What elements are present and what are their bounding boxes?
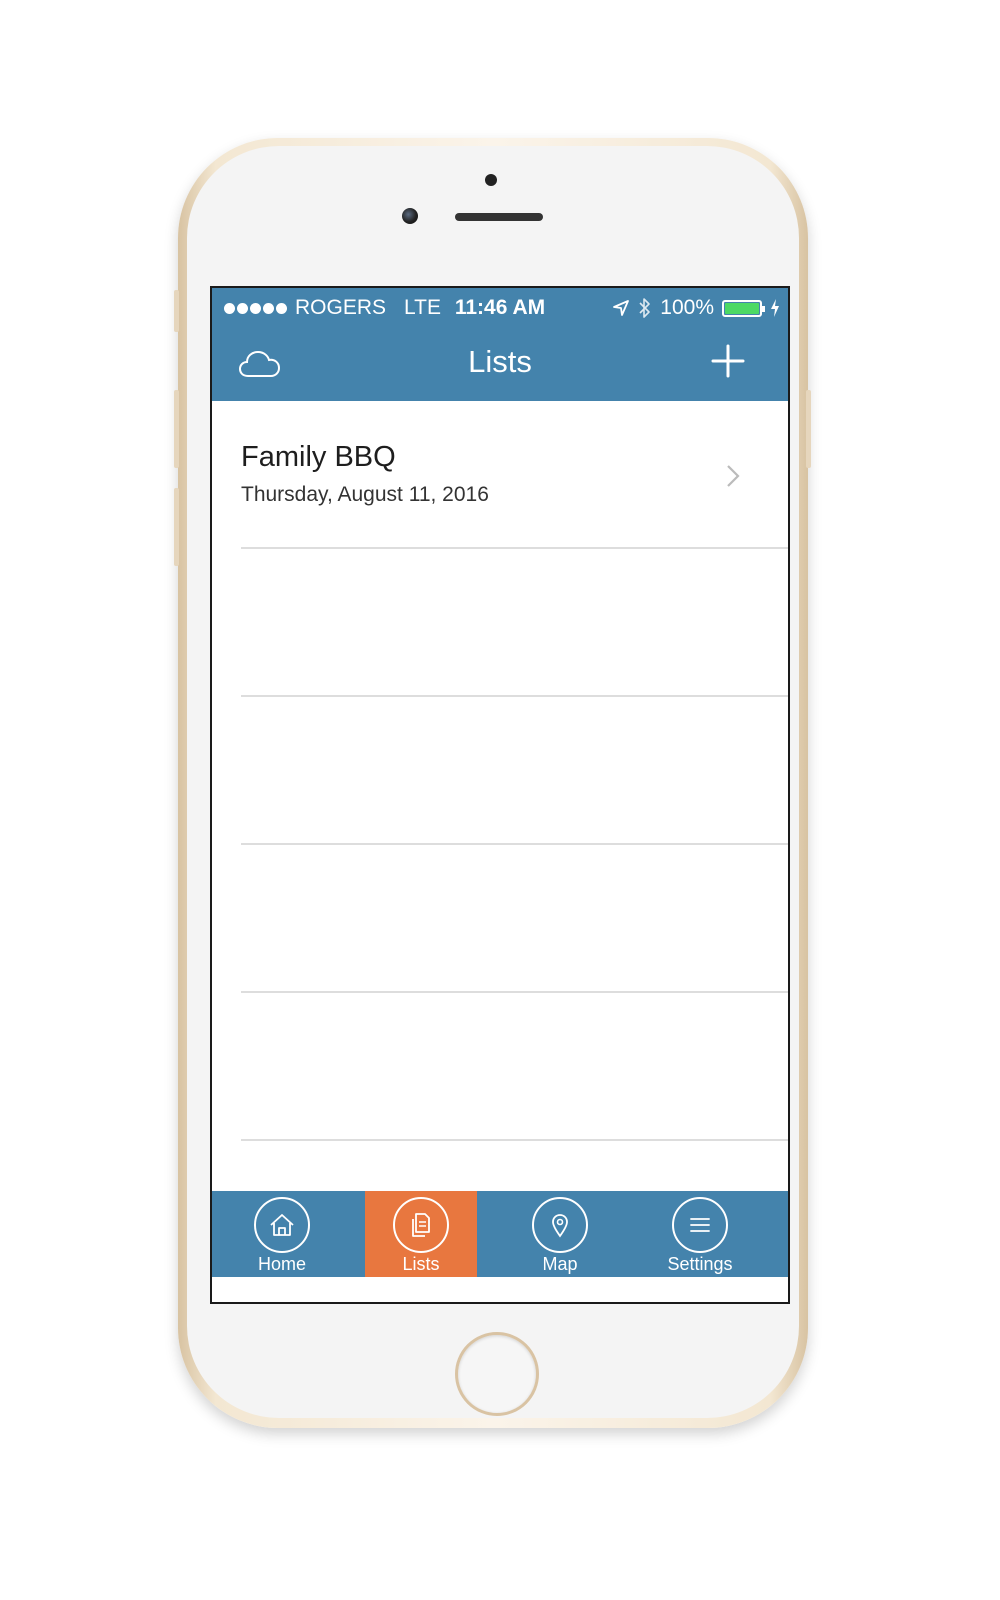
home-button[interactable] <box>455 1332 539 1416</box>
volume-up-button <box>174 390 179 468</box>
tab-settings[interactable]: Settings <box>630 1191 770 1277</box>
list-item-title: Family BBQ <box>241 441 396 473</box>
list-item[interactable]: Family BBQ Thursday, August 11, 2016 <box>212 401 788 549</box>
tab-settings-label: Settings <box>667 1254 733 1274</box>
empty-row <box>212 845 788 993</box>
documents-icon <box>412 1213 430 1237</box>
status-bar: ROGERS LTE 11:46 AM 100% <box>212 288 788 328</box>
front-camera <box>402 208 418 224</box>
location-arrow-icon <box>613 300 630 316</box>
tab-home-label: Home <box>257 1254 306 1274</box>
menu-icon <box>690 1218 710 1232</box>
earpiece-speaker <box>455 213 543 221</box>
empty-row <box>212 549 788 697</box>
app-screen: ROGERS LTE 11:46 AM 100% Lists Family BB… <box>210 286 790 1304</box>
empty-row <box>212 993 788 1141</box>
tab-lists-label: Lists <box>402 1254 440 1274</box>
home-icon <box>270 1214 294 1236</box>
empty-row <box>212 697 788 845</box>
navigation-bar: Lists <box>212 328 788 401</box>
charging-bolt-icon <box>771 299 779 317</box>
map-pin-icon <box>552 1214 568 1238</box>
lists-table: Family BBQ Thursday, August 11, 2016 <box>212 401 788 1191</box>
row-separator <box>241 1139 788 1141</box>
tab-map-label: Map <box>542 1254 578 1274</box>
tab-home[interactable]: Home <box>212 1191 352 1277</box>
add-list-button[interactable] <box>710 343 746 379</box>
battery-icon <box>722 299 765 317</box>
tab-map[interactable]: Map <box>490 1191 630 1277</box>
page-title: Lists <box>468 344 532 379</box>
plus-icon <box>711 344 745 378</box>
proximity-sensor <box>485 174 497 186</box>
volume-down-button <box>174 488 179 566</box>
power-button <box>806 390 811 468</box>
chevron-right-icon <box>727 465 740 487</box>
silent-switch <box>174 290 179 332</box>
tab-bar: Home Lists Map Settings <box>212 1191 788 1277</box>
status-right: 100% <box>612 296 780 320</box>
battery-percent: 100% <box>660 296 714 319</box>
tab-lists[interactable]: Lists <box>365 1191 477 1277</box>
list-item-date: Thursday, August 11, 2016 <box>241 483 489 506</box>
bluetooth-icon <box>639 298 651 318</box>
